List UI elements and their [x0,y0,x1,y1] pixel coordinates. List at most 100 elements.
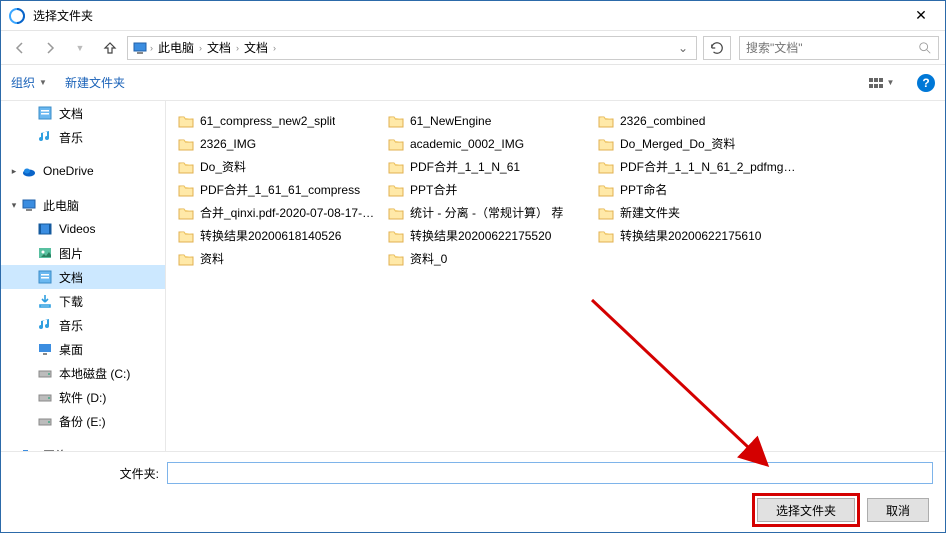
tree-item-label: 图片 [59,245,83,262]
search-input[interactable] [746,41,932,55]
video-icon [37,221,53,237]
tree-item-下载[interactable]: 下载 [1,289,165,313]
crumb-1[interactable]: 文档 [204,39,234,56]
folder-item[interactable]: Do_Merged_Do_资料 [594,132,804,155]
tree-item-label: OneDrive [43,164,94,178]
folder-label: academic_0002_IMG [410,137,524,151]
folder-icon [388,205,404,221]
tree-item-label: 此电脑 [43,197,79,214]
folder-item[interactable]: 2326_IMG [174,132,384,155]
refresh-button[interactable] [703,36,731,60]
tree-item-本地磁盘 (C:)[interactable]: 本地磁盘 (C:) [1,361,165,385]
chevron-down-icon: ▼ [39,78,47,87]
folder-icon [388,159,404,175]
folder-item[interactable]: 61_NewEngine [384,109,594,132]
folder-item[interactable]: PPT合并 [384,178,594,201]
folder-item[interactable]: PDF合并_1_61_61_compress [174,178,384,201]
up-button[interactable] [97,35,123,61]
forward-button[interactable] [37,35,63,61]
folder-label: 2326_combined [620,114,705,128]
folder-label: 转换结果20200622175520 [410,227,551,244]
cancel-button[interactable]: 取消 [867,498,929,522]
crumb-label: 文档 [207,39,231,56]
back-button[interactable] [7,35,33,61]
folder-label: 资料 [200,250,224,267]
folder-item[interactable]: PDF合并_1_1_N_61_2_pdfmge2_sp... [594,155,804,178]
tree-item-音乐[interactable]: 音乐 [1,125,165,149]
drive-icon [37,389,53,405]
pc-icon [21,197,37,213]
folder-icon [178,159,194,175]
folder-item[interactable]: academic_0002_IMG [384,132,594,155]
crumb-sep: › [236,43,239,53]
folder-item[interactable]: 转换结果20200622175520 [384,224,594,247]
organize-menu[interactable]: 组织 ▼ [11,74,47,91]
folder-item[interactable]: Do_资料 [174,155,384,178]
tree-item-备份 (E:)[interactable]: 备份 (E:) [1,409,165,433]
tree-item-图片[interactable]: 图片 [1,241,165,265]
tree-item-桌面[interactable]: 桌面 [1,337,165,361]
tree-item-此电脑[interactable]: ▾此电脑 [1,193,165,217]
folder-label: PDF合并_1_1_N_61_2_pdfmge2_sp... [620,158,800,175]
pictures-icon [37,245,53,261]
folder-item[interactable]: 资料_0 [384,247,594,270]
desktop-icon [37,341,53,357]
folder-icon [388,228,404,244]
folder-item[interactable]: 转换结果20200622175610 [594,224,804,247]
tree-item-OneDrive[interactable]: ▸ OneDrive [1,159,165,183]
crumb-sep: › [273,43,276,53]
folder-item[interactable]: 统计 - 分离 -（常规计算） 荐 [384,201,594,224]
select-folder-button[interactable]: 选择文件夹 [757,498,855,522]
folder-label: Do_资料 [200,158,246,175]
folder-item[interactable]: 合并_qinxi.pdf-2020-07-08-17-43-... [174,201,384,224]
folder-item[interactable]: PDF合并_1_1_N_61 [384,155,594,178]
window-title: 选择文件夹 [33,7,901,24]
crumb-label: 此电脑 [158,39,194,56]
tree-item-label: 文档 [59,269,83,286]
tree-item-网络[interactable]: ▸网络 [1,443,165,451]
folder-field-label: 文件夹: [11,465,159,482]
close-button[interactable]: ✕ [901,3,941,29]
folder-item[interactable]: 转换结果20200618140526 [174,224,384,247]
tree-item-label: 文档 [59,105,83,122]
folder-label: PDF合并_1_61_61_compress [200,181,360,198]
tree-item-Videos[interactable]: Videos [1,217,165,241]
folder-item[interactable]: 61_compress_new2_split [174,109,384,132]
new-folder-button[interactable]: 新建文件夹 [65,74,125,91]
folder-label: 统计 - 分离 -（常规计算） 荐 [410,204,563,221]
tree-item-文档[interactable]: 文档 [1,265,165,289]
folder-label: 新建文件夹 [620,204,680,221]
folder-label: Do_Merged_Do_资料 [620,135,735,152]
folder-label: 转换结果20200622175610 [620,227,761,244]
tree-item-软件 (D:)[interactable]: 软件 (D:) [1,385,165,409]
view-mode-button[interactable]: ▼ [863,72,899,94]
folder-icon [598,113,614,129]
folder-item[interactable]: 新建文件夹 [594,201,804,224]
folder-item[interactable]: 2326_combined [594,109,804,132]
navbar: ▼ › 此电脑 › 文档 › 文档 › ⌄ [1,31,945,65]
folder-item[interactable]: 资料 [174,247,384,270]
crumb-2[interactable]: 文档 [241,39,271,56]
bottom-panel: 文件夹: 选择文件夹 取消 [1,451,945,532]
navigation-tree[interactable]: 文档音乐▸OneDrive▾此电脑Videos图片文档下载音乐桌面本地磁盘 (C… [1,101,166,451]
search-box[interactable] [739,36,939,60]
file-list[interactable]: 61_compress_new2_split 2326_IMG Do_资料 PDF合并… [166,101,945,451]
tree-item-label: Videos [59,222,95,236]
crumb-0[interactable]: 此电脑 [155,39,197,56]
tree-item-音乐[interactable]: 音乐 [1,313,165,337]
folder-icon [598,182,614,198]
folder-icon [178,205,194,221]
titlebar: 选择文件夹 ✕ [1,1,945,31]
address-bar[interactable]: › 此电脑 › 文档 › 文档 › ⌄ [127,36,697,60]
folder-item[interactable]: PPT命名 [594,178,804,201]
folder-label: PDF合并_1_1_N_61 [410,158,520,175]
help-button[interactable]: ? [917,74,935,92]
tree-item-文档[interactable]: 文档 [1,101,165,125]
address-dropdown[interactable]: ⌄ [674,41,692,55]
folder-path-input[interactable] [167,462,933,484]
drive-icon [37,413,53,429]
recent-dropdown[interactable]: ▼ [67,35,93,61]
music-icon [37,317,53,333]
tree-caret: ▸ [7,166,21,177]
folder-label: 61_compress_new2_split [200,114,335,128]
